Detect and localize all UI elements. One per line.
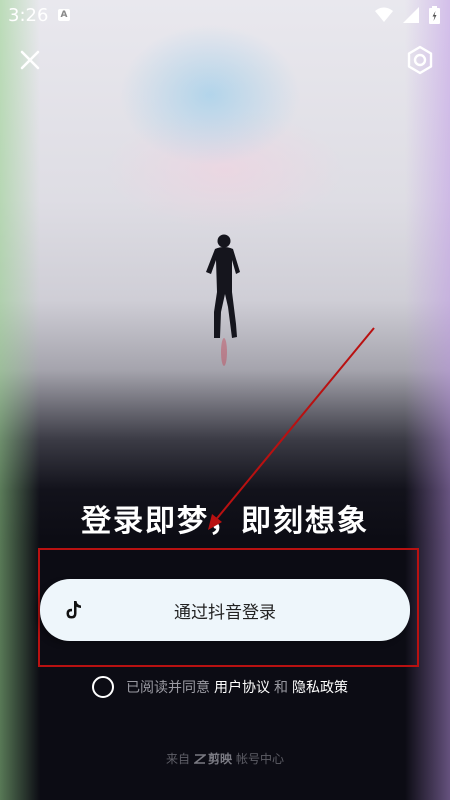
close-icon xyxy=(20,50,40,70)
douyin-login-label: 通过抖音登录 xyxy=(174,602,276,623)
hero-tagline: 登录即梦，即刻想象 xyxy=(81,504,369,539)
wifi-icon xyxy=(375,7,393,22)
footer-account-center: 帐号中心 xyxy=(236,752,285,766)
capcut-logo-icon xyxy=(193,753,206,764)
status-time: 3:26 xyxy=(8,5,49,26)
footer-from: 来自 xyxy=(165,752,190,766)
footer: 来自 剪映 帐号中心 xyxy=(0,750,450,767)
signal-icon xyxy=(403,7,419,23)
status-icons xyxy=(375,6,440,24)
douyin-login-button[interactable]: 通过抖音登录 xyxy=(40,579,410,641)
runner-illustration xyxy=(206,234,240,366)
agreement-checkbox[interactable] xyxy=(92,676,114,698)
settings-button[interactable] xyxy=(404,44,436,76)
agreement-row: 已阅读并同意 用户协议 和 隐私政策 xyxy=(92,675,352,699)
agreement-prefix: 已阅读并同意 xyxy=(126,680,210,696)
status-bar: 3:26 A xyxy=(0,0,450,32)
footer-brand-name: 剪映 xyxy=(207,752,232,766)
privacy-policy-link[interactable]: 隐私政策 xyxy=(292,677,348,697)
footer-brand: 剪映 xyxy=(193,750,232,767)
close-button[interactable] xyxy=(14,44,46,76)
a-icon: A xyxy=(58,9,70,21)
agreement-and: 和 xyxy=(274,680,288,696)
user-agreement-link[interactable]: 用户协议 xyxy=(214,677,270,697)
settings-icon xyxy=(407,45,433,75)
battery-icon xyxy=(429,6,440,24)
tiktok-icon xyxy=(66,601,81,619)
